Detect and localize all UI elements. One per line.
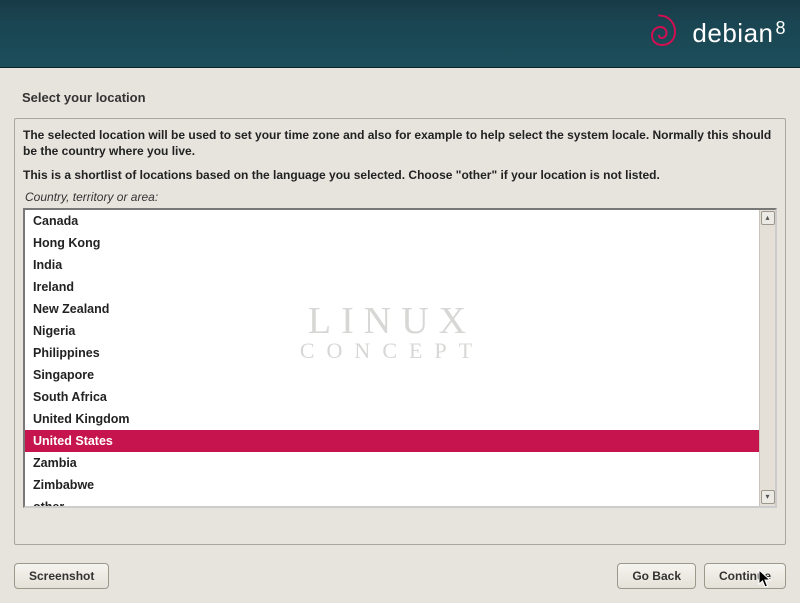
brand-text: debian8 [692, 18, 786, 49]
page-title: Select your location [22, 90, 146, 105]
debian-logo: debian8 [634, 8, 786, 58]
list-label: Country, territory or area: [23, 190, 777, 204]
location-list[interactable]: LINUX CONCEPT CanadaHong KongIndiaIrelan… [25, 210, 759, 506]
description-text: The selected location will be used to se… [23, 127, 777, 159]
list-item[interactable]: Ireland [25, 276, 759, 298]
list-item[interactable]: Singapore [25, 364, 759, 386]
list-item[interactable]: Nigeria [25, 320, 759, 342]
list-item[interactable]: India [25, 254, 759, 276]
debian-swirl-icon [634, 8, 684, 58]
scrollbar[interactable]: ▴ ▾ [759, 210, 775, 506]
list-item[interactable]: Philippines [25, 342, 759, 364]
continue-button[interactable]: Continue [704, 563, 786, 589]
list-item[interactable]: United States [25, 430, 759, 452]
list-item[interactable]: Canada [25, 210, 759, 232]
list-item[interactable]: Zimbabwe [25, 474, 759, 496]
footer-bar: Screenshot Go Back Continue [14, 563, 786, 589]
location-list-container: LINUX CONCEPT CanadaHong KongIndiaIrelan… [23, 208, 777, 508]
list-item[interactable]: Zambia [25, 452, 759, 474]
list-item[interactable]: Hong Kong [25, 232, 759, 254]
scroll-up-button[interactable]: ▴ [761, 211, 775, 225]
installer-header: debian8 [0, 0, 800, 68]
list-item[interactable]: United Kingdom [25, 408, 759, 430]
list-item[interactable]: other [25, 496, 759, 506]
scroll-down-button[interactable]: ▾ [761, 490, 775, 504]
screenshot-button[interactable]: Screenshot [14, 563, 109, 589]
go-back-button[interactable]: Go Back [617, 563, 696, 589]
list-item[interactable]: New Zealand [25, 298, 759, 320]
list-item[interactable]: South Africa [25, 386, 759, 408]
main-panel: The selected location will be used to se… [14, 118, 786, 545]
subdescription-text: This is a shortlist of locations based o… [23, 167, 777, 183]
